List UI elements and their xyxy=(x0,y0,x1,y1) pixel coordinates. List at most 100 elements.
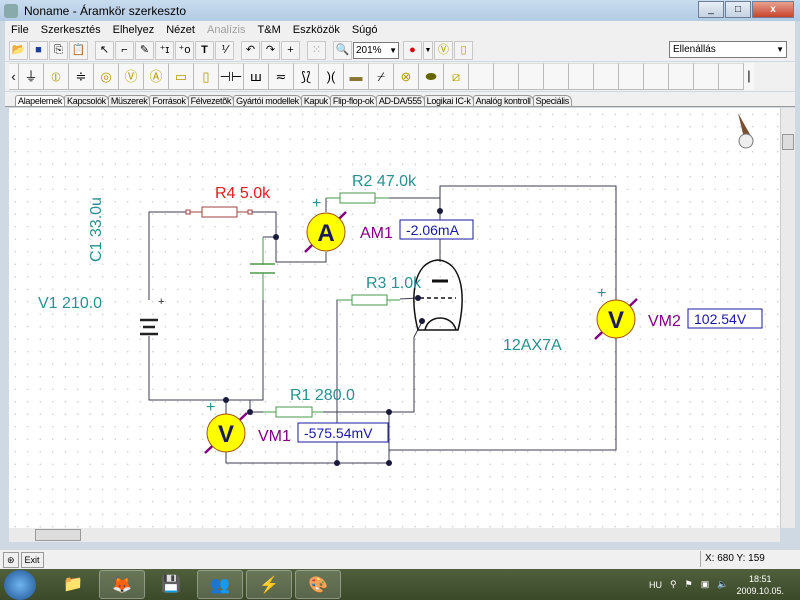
usb-icon[interactable]: ⚲ xyxy=(670,579,677,590)
rotate-right-icon[interactable]: ↷ xyxy=(261,40,280,60)
system-tray: HU ⚲ ⚑ ▣ 🔈 18:51 2009.10.05. xyxy=(649,569,800,600)
menu-sugo[interactable]: Súgó xyxy=(346,24,384,36)
switch-icon[interactable]: ⌿ xyxy=(369,63,394,90)
component-select[interactable]: Ellenállás xyxy=(669,41,787,58)
network-icon[interactable]: ▣ xyxy=(701,579,710,590)
menu-szerkesztes[interactable]: Szerkesztés xyxy=(35,24,107,36)
inductor-icon[interactable]: ꟺ xyxy=(244,63,269,90)
ac-source-icon[interactable]: ◎ xyxy=(94,63,119,90)
capacitor-icon[interactable]: ⊣⊢ xyxy=(219,63,244,90)
resistor-probe-icon[interactable]: ▯ xyxy=(454,40,473,60)
explorer-icon[interactable]: 📁 xyxy=(50,570,96,599)
close-button[interactable]: x xyxy=(752,1,794,18)
output-label-icon[interactable]: ⁺o xyxy=(175,40,194,60)
clock[interactable]: 18:51 2009.10.05. xyxy=(736,573,784,597)
voltmeter-icon[interactable]: Ⓥ xyxy=(119,63,144,90)
title-bar: Noname - Áramkör szerkeszto _ □ x xyxy=(0,0,800,21)
capacitor-c1 xyxy=(250,263,275,274)
grid-icon[interactable]: ⁙ xyxy=(307,40,326,60)
scroll-left-icon[interactable]: ‹ xyxy=(9,63,19,90)
maximize-button[interactable]: □ xyxy=(725,1,751,18)
tab-alapelemek[interactable]: Alapelemek xyxy=(15,95,66,106)
rotate-label-icon[interactable]: ⅟ xyxy=(215,40,234,60)
tab-forrasok[interactable]: Források xyxy=(149,95,189,106)
circuit-app-icon[interactable]: ⚡ xyxy=(246,570,292,599)
label-c1: C1 33.0u xyxy=(88,197,105,262)
zoom-icon[interactable]: 🔍 xyxy=(333,40,352,60)
messenger-icon[interactable]: 👥 xyxy=(197,570,243,599)
current-source-icon[interactable]: ⦶ xyxy=(44,63,69,90)
minimize-button[interactable]: _ xyxy=(698,1,724,18)
pencil-icon[interactable]: ✎ xyxy=(135,40,154,60)
voltmeter-probe-icon[interactable]: Ⓥ xyxy=(434,40,453,60)
label-vm1: VM1 xyxy=(258,428,291,445)
menu-analizis[interactable]: Analízis xyxy=(201,24,252,36)
tab-ad-da[interactable]: AD-DA/555 xyxy=(375,95,425,106)
tab-flip-flop[interactable]: Flip-flop-ok xyxy=(329,95,377,106)
transformer-core-icon[interactable]: )( xyxy=(319,63,344,90)
select-pointer-icon[interactable]: ↖ xyxy=(95,40,114,60)
core-inductor-icon[interactable]: ≂ xyxy=(269,63,294,90)
input-label-icon[interactable]: ⁺ɪ xyxy=(155,40,174,60)
dropdown-arrow-icon[interactable]: ▼ xyxy=(423,40,433,60)
flag-icon[interactable]: ⚑ xyxy=(685,579,693,590)
resistor-r2 xyxy=(339,192,376,204)
save-icon[interactable]: ■ xyxy=(29,40,48,60)
paste-icon[interactable]: 📋 xyxy=(69,40,88,60)
app-icon xyxy=(4,3,18,18)
value-am1: -2.06mA xyxy=(406,222,460,238)
wire-icon[interactable]: ⌐ xyxy=(115,40,134,60)
resistor-icon[interactable]: ▭ xyxy=(169,63,194,90)
tab-specialis[interactable]: Speciális xyxy=(532,95,572,106)
rotate-left-icon[interactable]: ↶ xyxy=(241,40,260,60)
tab-kapuk[interactable]: Kapuk xyxy=(300,95,331,106)
status-bar: ⊛ Exit X: 680 Y: 159 xyxy=(0,550,800,569)
thermistor-icon[interactable]: ⧄ xyxy=(444,63,469,90)
svg-text:V: V xyxy=(218,421,234,448)
tab-gyartoi-modellek[interactable]: Gyártói modellek xyxy=(233,95,302,106)
tab-analog-kontroll[interactable]: Analóg kontroll xyxy=(472,95,534,106)
copy-icon[interactable]: ⎘ xyxy=(49,40,68,60)
firefox-icon[interactable]: 🦊 xyxy=(99,570,145,599)
tab-logikai-ic[interactable]: Logikai IC-k xyxy=(423,95,474,106)
crystal-icon[interactable]: ▬ xyxy=(344,63,369,90)
menu-tm[interactable]: T&M xyxy=(252,24,287,36)
menu-nezet[interactable]: Nézet xyxy=(160,24,201,36)
dc-analysis-icon[interactable]: ● xyxy=(403,40,422,60)
ammeter-icon[interactable]: Ⓐ xyxy=(144,63,169,90)
battery-icon[interactable]: ≑ xyxy=(69,63,94,90)
label-am1: AM1 xyxy=(360,225,393,242)
value-vm1: -575.54mV xyxy=(304,425,373,441)
menu-bar: File Szerkesztés Elhelyez Nézet Analízis… xyxy=(5,21,795,39)
start-button[interactable] xyxy=(4,569,36,600)
open-icon[interactable]: 📂 xyxy=(9,40,28,60)
svg-text:+: + xyxy=(312,195,321,212)
tab-kapcsolok[interactable]: Kapcsolók xyxy=(64,95,109,106)
volume-icon[interactable]: 🔈 xyxy=(717,579,728,590)
crosshair-icon[interactable]: + xyxy=(281,40,300,60)
circuit-icon[interactable]: ⊛ xyxy=(3,551,19,568)
scroll-right-icon[interactable]: | xyxy=(744,63,754,90)
menu-eszkozok[interactable]: Eszközök xyxy=(287,24,346,36)
lamp-icon[interactable]: ⊗ xyxy=(394,63,419,90)
horizontal-scrollbar[interactable] xyxy=(9,528,780,542)
svg-text:A: A xyxy=(317,220,334,247)
vertical-scrollbar[interactable] xyxy=(780,108,795,528)
motor-icon[interactable]: ⬬ xyxy=(419,63,444,90)
ground-icon[interactable]: ⏚ xyxy=(19,63,44,90)
potentiometer-icon[interactable]: ▯ xyxy=(194,63,219,90)
tab-felvezetok[interactable]: Félvezetõk xyxy=(187,95,235,106)
save-app-icon[interactable]: 💾 xyxy=(148,570,194,599)
exit-button[interactable]: Exit xyxy=(20,551,44,568)
menu-elhelyez[interactable]: Elhelyez xyxy=(107,24,161,36)
tab-muszerek[interactable]: Müszerek xyxy=(107,95,151,106)
text-icon[interactable]: T xyxy=(195,40,214,60)
circuit-schematic: + A V V + + + R4 5.0k R2 47.0k R3 1.0k R1 … xyxy=(38,113,763,466)
resistor-r4 xyxy=(201,206,238,218)
schematic-canvas[interactable]: + A V V + + + R4 5.0k R2 47.0k R3 1.0k R1 … xyxy=(9,108,780,528)
zoom-select[interactable]: 201% xyxy=(353,41,399,59)
language-indicator[interactable]: HU xyxy=(649,580,662,590)
menu-file[interactable]: File xyxy=(5,24,35,36)
transformer-icon[interactable]: ⟆⟅ xyxy=(294,63,319,90)
paint-icon[interactable]: 🎨 xyxy=(295,570,341,599)
